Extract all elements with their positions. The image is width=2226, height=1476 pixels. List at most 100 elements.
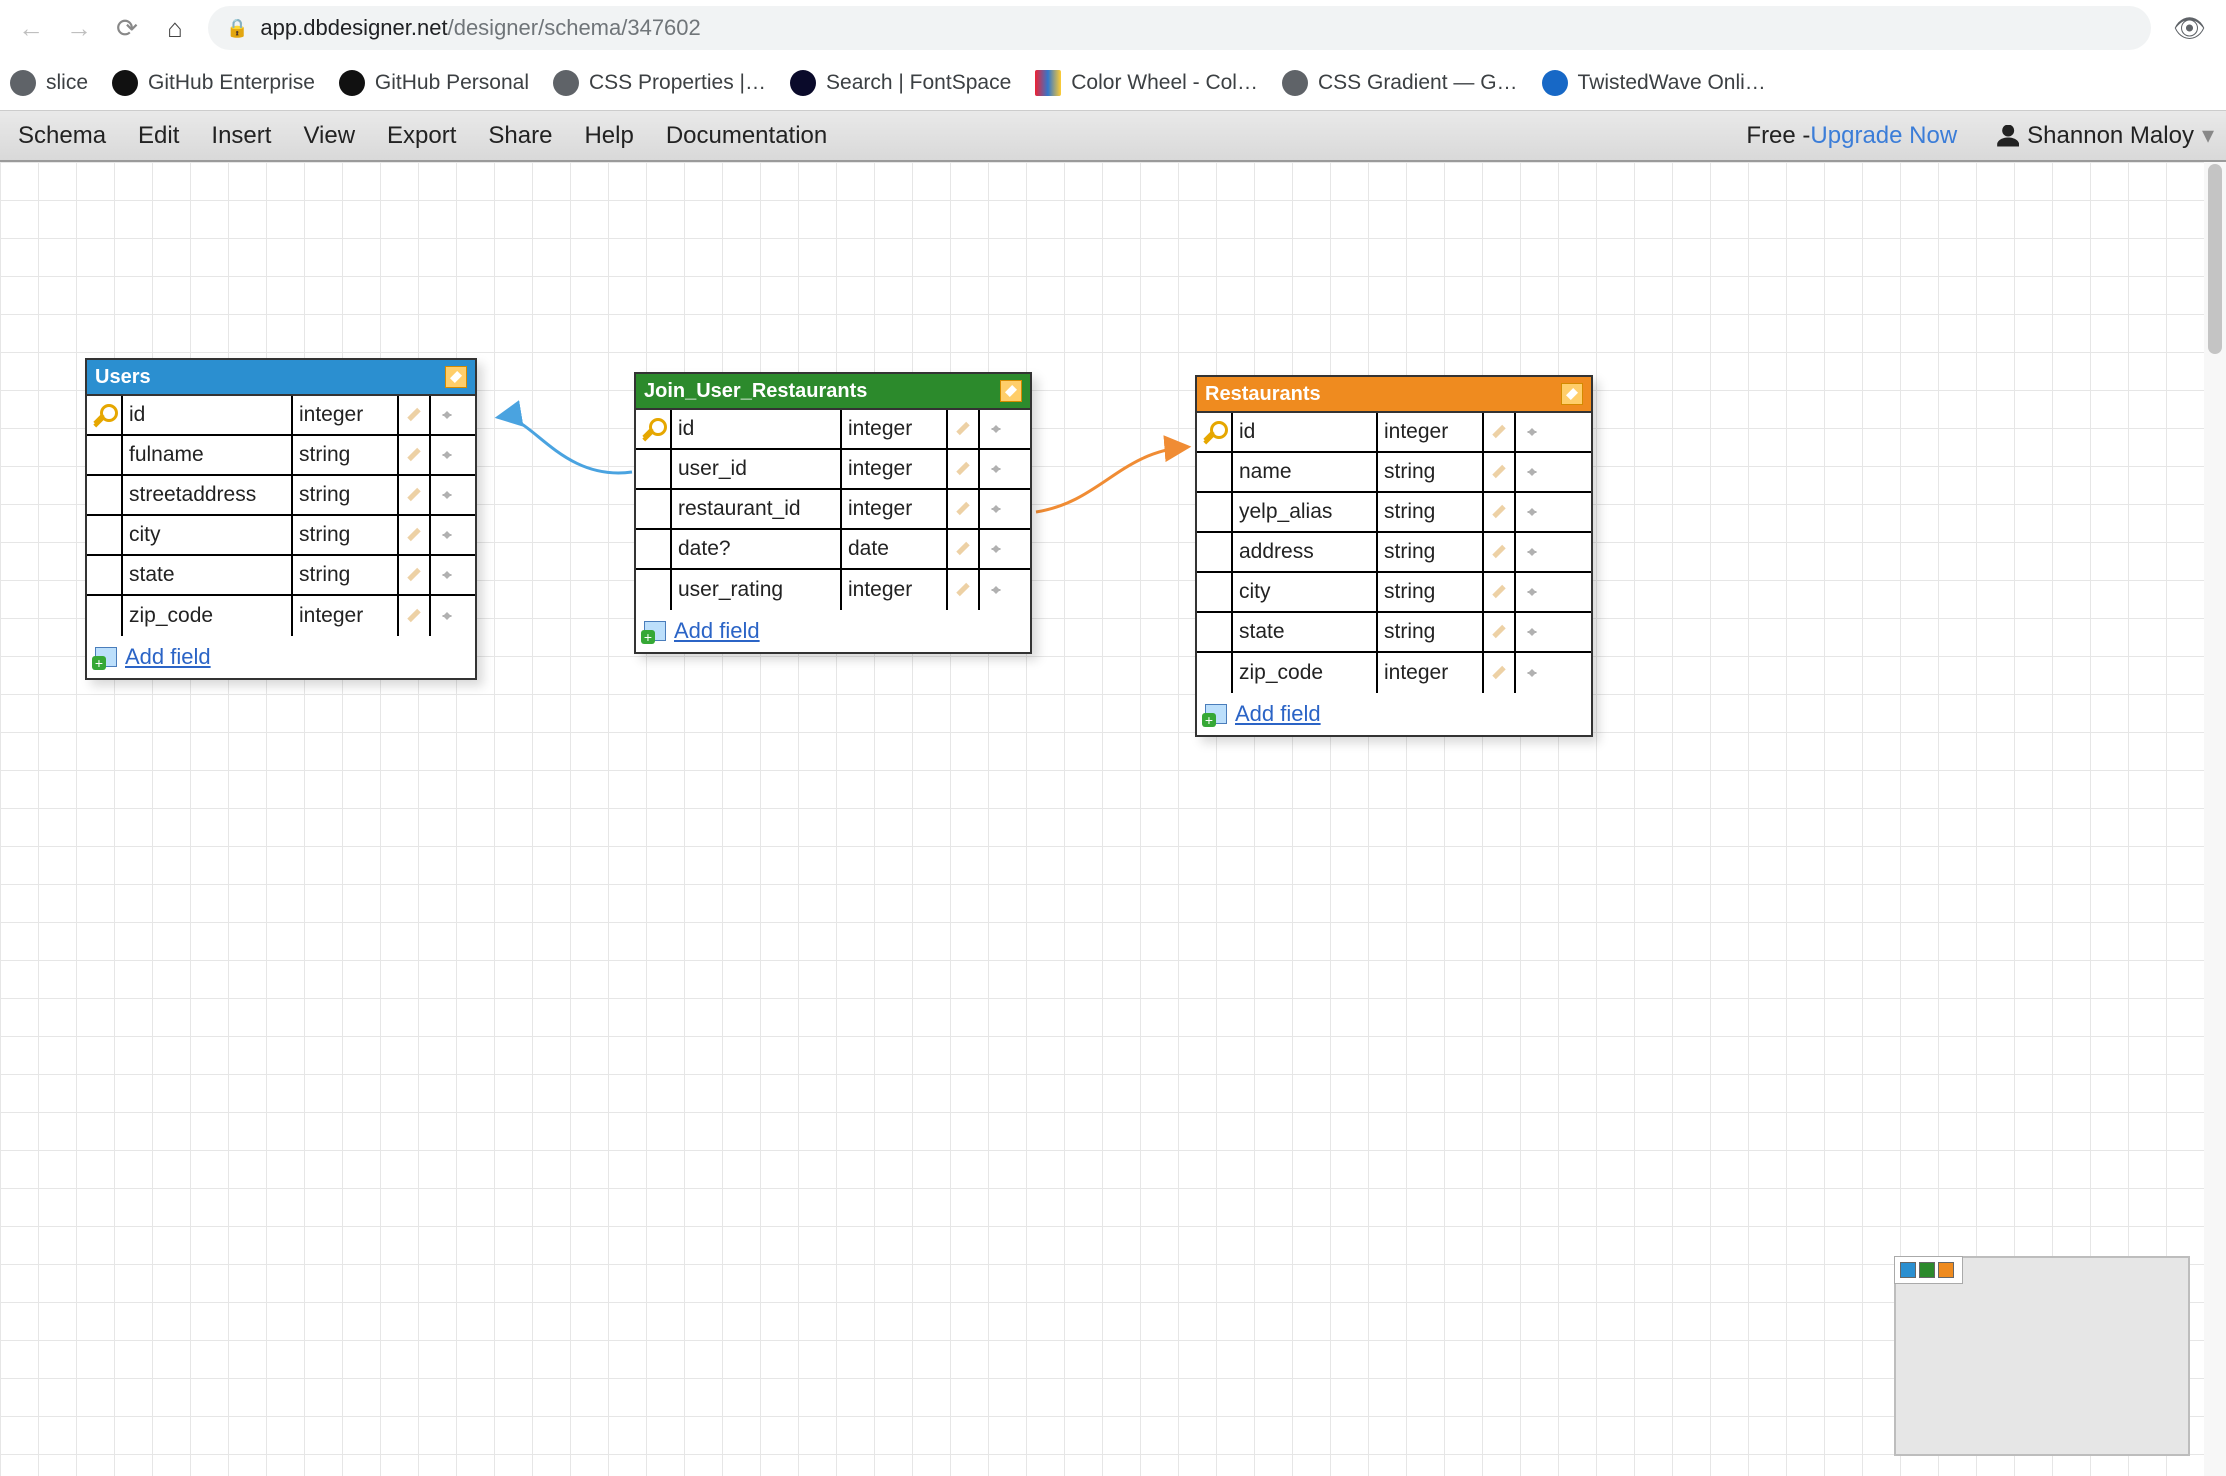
menu-export[interactable]: Export [371,122,472,149]
bookmark-item[interactable]: CSS Gradient — G… [1282,70,1518,96]
field-row[interactable]: date?date [636,530,1030,570]
bookmark-item[interactable]: GitHub Enterprise [112,70,315,96]
user-menu[interactable]: Shannon Maloy ▾ [1987,121,2224,150]
table-header[interactable]: Restaurants [1197,377,1591,411]
edit-table-icon[interactable] [1561,383,1583,405]
field-row[interactable]: zip_codeinteger [1197,653,1591,693]
sort-field-button[interactable] [1516,613,1548,651]
edit-field-button[interactable] [948,490,980,528]
field-row[interactable]: user_idinteger [636,450,1030,490]
menu-share[interactable]: Share [472,122,568,149]
edit-field-button[interactable] [1484,453,1516,491]
field-row[interactable]: yelp_aliasstring [1197,493,1591,533]
edit-field-button[interactable] [948,450,980,488]
table-header[interactable]: Users [87,360,475,394]
field-row[interactable]: statestring [1197,613,1591,653]
edit-field-button[interactable] [1484,653,1516,693]
edit-field-button[interactable] [948,410,980,448]
field-row[interactable]: idinteger [1197,413,1591,453]
add-field-row[interactable]: Add field [87,636,475,678]
edit-field-button[interactable] [399,396,431,434]
menu-view[interactable]: View [287,122,371,149]
field-row[interactable]: zip_codeinteger [87,596,475,636]
bookmark-item[interactable]: Color Wheel - Col… [1035,70,1258,96]
bookmark-item[interactable]: GitHub Personal [339,70,529,96]
add-field-row[interactable]: Add field [1197,693,1591,735]
edit-field-button[interactable] [1484,573,1516,611]
sort-field-button[interactable] [431,516,463,554]
reload-button[interactable]: ⟳ [112,13,142,44]
edit-field-button[interactable] [399,436,431,474]
bookmark-item[interactable]: CSS Properties |… [553,70,766,96]
edit-field-button[interactable] [1484,413,1516,451]
table-users[interactable]: Usersidintegerfulnamestringstreetaddress… [85,358,477,680]
bookmark-item[interactable]: slice [10,70,88,96]
field-row[interactable]: streetaddressstring [87,476,475,516]
edit-field-button[interactable] [1484,533,1516,571]
table-restaurants[interactable]: Restaurantsidintegernamestringyelp_alias… [1195,375,1593,737]
bookmark-item[interactable]: TwistedWave Onli… [1542,70,1766,96]
sort-field-button[interactable] [1516,493,1548,531]
sort-field-button[interactable] [431,476,463,514]
field-row[interactable]: namestring [1197,453,1591,493]
sort-field-button[interactable] [431,596,463,636]
sort-field-button[interactable] [980,570,1012,610]
forward-button[interactable]: → [64,13,94,44]
bookmark-item[interactable]: Search | FontSpace [790,70,1011,96]
edit-field-button[interactable] [399,516,431,554]
pencil-icon [405,445,423,465]
vertical-scrollbar[interactable] [2204,162,2226,1476]
add-field-link[interactable]: Add field [125,644,211,670]
field-row[interactable]: restaurant_idinteger [636,490,1030,530]
bookmark-icon [339,70,365,96]
sort-field-button[interactable] [1516,533,1548,571]
add-field-link[interactable]: Add field [674,618,760,644]
sort-field-button[interactable] [431,436,463,474]
edit-field-button[interactable] [1484,613,1516,651]
edit-field-button[interactable] [399,596,431,636]
field-row[interactable]: idinteger [636,410,1030,450]
sort-field-button[interactable] [1516,653,1548,693]
address-bar[interactable]: 🔒 app.dbdesigner.net/designer/schema/347… [208,6,2151,50]
back-button[interactable]: ← [16,13,46,44]
add-field-row[interactable]: Add field [636,610,1030,652]
field-row[interactable]: idinteger [87,396,475,436]
sort-field-button[interactable] [431,556,463,594]
field-row[interactable]: user_ratinginteger [636,570,1030,610]
add-field-link[interactable]: Add field [1235,701,1321,727]
sort-field-button[interactable] [1516,413,1548,451]
visibility-icon[interactable]: 👁 [2169,13,2210,44]
field-row[interactable]: citystring [1197,573,1591,613]
field-row[interactable]: citystring [87,516,475,556]
home-button[interactable]: ⌂ [160,13,190,44]
edit-field-button[interactable] [1484,493,1516,531]
menu-help[interactable]: Help [568,122,649,149]
field-row[interactable]: addressstring [1197,533,1591,573]
url-path: /designer/schema/347602 [448,15,701,41]
schema-canvas[interactable]: Usersidintegerfulnamestringstreetaddress… [0,162,2226,1476]
table-header[interactable]: Join_User_Restaurants [636,374,1030,408]
table-join_user_restaurants[interactable]: Join_User_Restaurantsidintegeruser_idint… [634,372,1032,654]
sort-field-button[interactable] [980,490,1012,528]
menu-insert[interactable]: Insert [195,122,287,149]
menu-edit[interactable]: Edit [122,122,195,149]
upgrade-link[interactable]: Upgrade Now [1810,122,1957,150]
pk-cell [1197,413,1233,451]
edit-field-button[interactable] [399,476,431,514]
menu-schema[interactable]: Schema [2,122,122,149]
edit-table-icon[interactable] [445,366,467,388]
edit-field-button[interactable] [399,556,431,594]
sort-field-button[interactable] [1516,573,1548,611]
sort-field-button[interactable] [1516,453,1548,491]
sort-field-button[interactable] [980,410,1012,448]
field-row[interactable]: statestring [87,556,475,596]
sort-field-button[interactable] [980,530,1012,568]
field-row[interactable]: fulnamestring [87,436,475,476]
edit-table-icon[interactable] [1000,380,1022,402]
sort-field-button[interactable] [980,450,1012,488]
edit-field-button[interactable] [948,570,980,610]
edit-field-button[interactable] [948,530,980,568]
menu-documentation[interactable]: Documentation [650,122,843,149]
minimap[interactable] [1894,1256,2190,1456]
sort-field-button[interactable] [431,396,463,434]
